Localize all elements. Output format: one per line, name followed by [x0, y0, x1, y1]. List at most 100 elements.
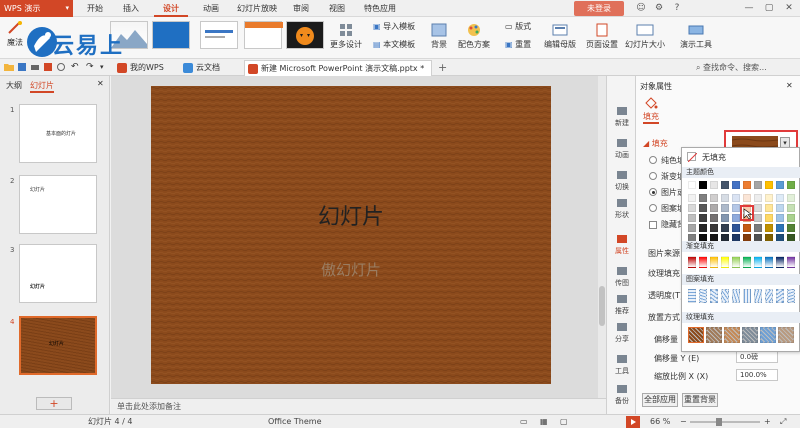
normal-view-icon[interactable]: ▭	[520, 415, 528, 428]
gradient-swatch[interactable]	[699, 256, 707, 268]
theme-color-swatch[interactable]	[699, 204, 707, 212]
menu-item-3[interactable]: 动画	[196, 0, 226, 17]
slide-thumb-2[interactable]: 幻灯片	[19, 175, 97, 234]
theme-color-swatch[interactable]	[688, 204, 696, 212]
pattern-swatch[interactable]	[721, 289, 729, 303]
close-icon[interactable]: ✕	[786, 81, 793, 90]
no-fill-option[interactable]: 无填充	[702, 152, 726, 163]
slide-thumb-3[interactable]: 幻灯片	[19, 244, 97, 303]
picture-fill-radio[interactable]	[649, 188, 657, 196]
taskpane-item-3[interactable]: 形状	[607, 198, 637, 220]
theme-color-swatch[interactable]	[732, 194, 740, 202]
slide-thumb-4[interactable]: 幻灯片	[19, 316, 97, 375]
theme-color-swatch[interactable]	[732, 214, 740, 222]
gradient-swatch[interactable]	[688, 256, 696, 268]
texture-swatch[interactable]	[760, 327, 776, 343]
tab-current-document[interactable]: 新建 Microsoft PowerPoint 演示文稿.pptx *	[244, 60, 432, 76]
menu-item-6[interactable]: 视图	[322, 0, 352, 17]
theme-color-swatch[interactable]	[721, 204, 729, 212]
menu-item-4[interactable]: 幻灯片放映	[232, 0, 282, 17]
zoom-out-icon[interactable]: −	[680, 415, 687, 428]
tab-slides[interactable]: 幻灯片	[30, 80, 54, 93]
menu-item-0[interactable]: 开始	[80, 0, 110, 17]
theme-color-swatch[interactable]	[743, 181, 751, 189]
gradient-swatch[interactable]	[787, 256, 795, 268]
theme-color-swatch[interactable]	[688, 181, 696, 189]
taskpane-item-1[interactable]: 动画	[607, 138, 637, 160]
texture-swatch[interactable]	[706, 327, 722, 343]
menu-item-2[interactable]: 设计	[154, 0, 188, 17]
theme-color-swatch[interactable]	[765, 214, 773, 222]
texture-swatch[interactable]	[724, 327, 740, 343]
theme-color-swatch[interactable]	[776, 224, 784, 232]
gradient-swatch[interactable]	[710, 256, 718, 268]
theme-color-swatch[interactable]	[732, 204, 740, 212]
print-icon[interactable]	[30, 62, 40, 72]
background-button[interactable]: 背景	[426, 23, 452, 50]
taskpane-item-6[interactable]: 推荐	[607, 294, 637, 316]
gradient-swatch[interactable]	[765, 256, 773, 268]
help-icon[interactable]: ?	[668, 0, 686, 17]
current-slide[interactable]: 幻灯片 傲幻灯片	[151, 86, 551, 384]
hide-bg-checkbox[interactable]	[649, 221, 657, 229]
texture-swatch[interactable]	[742, 327, 758, 343]
app-menu-button[interactable]: WPS 演示 ▾	[0, 0, 73, 17]
pattern-swatch[interactable]	[688, 289, 696, 303]
theme-color-swatch[interactable]	[754, 224, 762, 232]
reset-background-button[interactable]: 重置背景	[682, 393, 718, 407]
pattern-swatch[interactable]	[743, 289, 751, 303]
taskpane-item-9[interactable]: 备份	[607, 384, 637, 406]
theme-color-swatch[interactable]	[787, 214, 795, 222]
offset-y-field[interactable]: 0.0磅	[736, 351, 778, 363]
texture-swatch[interactable]	[688, 327, 704, 343]
pattern-swatch[interactable]	[699, 289, 707, 303]
taskpane-item-2[interactable]: 切换	[607, 170, 637, 192]
theme-color-swatch[interactable]	[721, 181, 729, 189]
theme-color-swatch[interactable]	[787, 224, 795, 232]
theme-color-swatch[interactable]	[787, 181, 795, 189]
design-thumb-4[interactable]	[244, 21, 283, 49]
taskpane-item-8[interactable]: 工具	[607, 354, 637, 376]
gradient-swatch[interactable]	[732, 256, 740, 268]
zoom-in-icon[interactable]: +	[764, 415, 771, 428]
export-pdf-icon[interactable]	[43, 62, 53, 72]
gradient-swatch[interactable]	[721, 256, 729, 268]
reset-button[interactable]: ▣ 重置	[505, 39, 541, 50]
theme-color-swatch[interactable]	[787, 204, 795, 212]
presentation-tools-button[interactable]: 演示工具	[676, 23, 716, 50]
theme-color-swatch[interactable]	[688, 214, 696, 222]
theme-color-swatch[interactable]	[765, 181, 773, 189]
folder-icon[interactable]	[4, 62, 14, 72]
settings-icon[interactable]: ⚙	[650, 0, 668, 17]
notes-area[interactable]: 单击此处添加备注	[111, 398, 606, 414]
fill-section-title[interactable]: ◢ 填充	[643, 138, 668, 149]
close-icon[interactable]: ✕	[780, 0, 798, 17]
slide-title[interactable]: 幻灯片	[151, 199, 551, 231]
theme-color-swatch[interactable]	[710, 194, 718, 202]
theme-color-swatch[interactable]	[710, 181, 718, 189]
tab-outline[interactable]: 大纲	[6, 80, 22, 91]
taskpane-item-0[interactable]: 新建	[607, 106, 637, 128]
theme-color-swatch[interactable]	[765, 224, 773, 232]
theme-color-swatch[interactable]	[732, 224, 740, 232]
solid-fill-radio[interactable]	[649, 156, 657, 164]
slide-sorter-icon[interactable]: ▦	[540, 415, 548, 428]
minimize-icon[interactable]: —	[740, 0, 758, 17]
pattern-swatch[interactable]	[710, 289, 718, 303]
theme-color-swatch[interactable]	[787, 194, 795, 202]
theme-color-swatch[interactable]	[754, 204, 762, 212]
gradient-swatch[interactable]	[754, 256, 762, 268]
vertical-scrollbar[interactable]	[598, 76, 606, 398]
save-icon[interactable]	[17, 62, 27, 72]
theme-color-swatch[interactable]	[699, 214, 707, 222]
zoom-slider-handle[interactable]	[716, 418, 722, 426]
pattern-swatch[interactable]	[776, 289, 784, 303]
tab-my-wps[interactable]: 我的WPS	[114, 60, 176, 76]
login-button[interactable]: 未登录	[574, 1, 624, 16]
theme-color-swatch[interactable]	[699, 224, 707, 232]
theme-color-swatch[interactable]	[754, 181, 762, 189]
chevron-down-icon[interactable]: ▾	[100, 62, 110, 72]
taskpane-item-4[interactable]: 属性	[607, 234, 637, 256]
layout-button[interactable]: ▭ 版式	[505, 21, 541, 32]
fit-window-icon[interactable]: ⤢	[780, 415, 786, 428]
